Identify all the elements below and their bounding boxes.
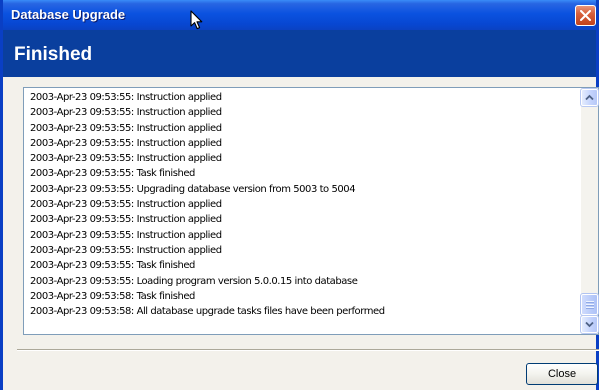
log-line: 2003-Apr-23 09:53:58: All database upgra… bbox=[30, 306, 385, 318]
log-line: 2003-Apr-23 09:53:55: Instruction applie… bbox=[30, 137, 222, 149]
log-line: 2003-Apr-23 09:53:55: Instruction applie… bbox=[30, 122, 222, 134]
close-x-icon bbox=[580, 10, 591, 21]
mouse-pointer-icon bbox=[190, 10, 203, 30]
log-line: 2003-Apr-23 09:53:55: Instruction applie… bbox=[30, 92, 222, 103]
log-line: 2003-Apr-23 09:53:55: Upgrading database… bbox=[30, 183, 356, 195]
scroll-up-button[interactable] bbox=[580, 88, 599, 107]
log-line: 2003-Apr-23 09:53:55: Instruction applie… bbox=[30, 199, 222, 211]
thumb-grip bbox=[586, 301, 594, 303]
log-textbox[interactable]: 2003-Apr-23 09:53:55: Instruction applie… bbox=[23, 87, 599, 335]
header-band: Finished bbox=[3, 30, 596, 77]
log-line: 2003-Apr-23 09:53:55: Instruction applie… bbox=[30, 229, 222, 241]
scroll-thumb[interactable] bbox=[580, 293, 599, 316]
title-close-button[interactable] bbox=[575, 5, 596, 26]
log-line: 2003-Apr-23 09:53:55: Instruction applie… bbox=[30, 214, 222, 226]
log-line: 2003-Apr-23 09:53:55: Task finished bbox=[30, 260, 195, 272]
log-line: 2003-Apr-23 09:53:55: Instruction applie… bbox=[30, 244, 222, 256]
log-line: 2003-Apr-23 09:53:58: Task finished bbox=[30, 290, 195, 302]
dialog-body: 2003-Apr-23 09:53:55: Instruction applie… bbox=[3, 77, 599, 390]
scroll-up-arrow-icon bbox=[585, 94, 594, 101]
vertical-scrollbar[interactable] bbox=[580, 88, 599, 334]
thumb-grip bbox=[586, 304, 594, 306]
thumb-grip bbox=[586, 307, 594, 309]
log-line: 2003-Apr-23 09:53:55: Loading program ve… bbox=[30, 275, 358, 287]
title-bar[interactable]: Database Upgrade bbox=[3, 0, 596, 30]
database-upgrade-window: Database Upgrade Finished 2003-Apr-23 09… bbox=[0, 0, 599, 390]
log-lines: 2003-Apr-23 09:53:55: Instruction applie… bbox=[30, 90, 578, 319]
scroll-down-arrow-icon bbox=[585, 321, 594, 328]
scroll-down-button[interactable] bbox=[580, 315, 599, 334]
log-line: 2003-Apr-23 09:53:55: Task finished bbox=[30, 168, 195, 180]
close-button[interactable]: Close bbox=[526, 363, 598, 385]
page-title: Finished bbox=[14, 44, 93, 65]
divider bbox=[17, 349, 599, 351]
log-line: 2003-Apr-23 09:53:55: Instruction applie… bbox=[30, 107, 222, 119]
log-line: 2003-Apr-23 09:53:55: Instruction applie… bbox=[30, 153, 222, 165]
window-title: Database Upgrade bbox=[11, 7, 126, 22]
